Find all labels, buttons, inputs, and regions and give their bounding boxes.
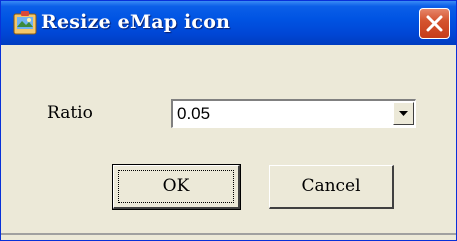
ok-button[interactable]: OK (112, 164, 241, 210)
bottom-divider (1, 233, 456, 235)
resize-emap-dialog: Resize eMap icon Ratio 0.05 OK Cancel (0, 0, 457, 241)
ratio-label: Ratio (47, 103, 93, 123)
chevron-down-icon (399, 111, 408, 116)
title-bar[interactable]: Resize eMap icon (1, 1, 456, 45)
emap-app-icon (11, 9, 41, 39)
window-title: Resize eMap icon (41, 11, 231, 33)
cancel-button-label: Cancel (301, 176, 361, 196)
ratio-value: 0.05 (177, 104, 211, 123)
focus-rectangle (118, 170, 234, 203)
ratio-dropdown-button[interactable] (393, 102, 414, 125)
close-button[interactable] (419, 8, 450, 39)
close-icon (426, 15, 443, 32)
cancel-button[interactable]: Cancel (269, 165, 394, 209)
ratio-select[interactable]: 0.05 (171, 99, 416, 128)
